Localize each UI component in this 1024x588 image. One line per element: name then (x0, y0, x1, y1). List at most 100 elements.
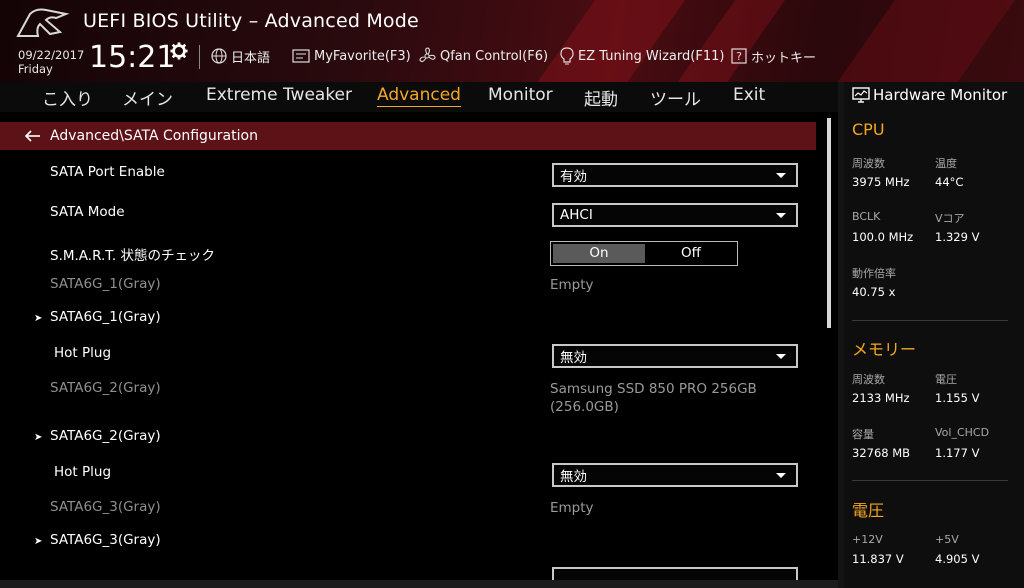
section-divider (852, 480, 1008, 481)
submenu-arrow-icon: ➤ (34, 536, 43, 547)
v12-value: 11.837 V (852, 552, 904, 566)
ez-tuning-wizard-button[interactable]: EZ Tuning Wizard(F11) (560, 46, 724, 66)
qfan-control-button[interactable]: Qfan Control(F6) (418, 46, 548, 66)
hardware-monitor-title: Hardware Monitor (873, 86, 1008, 104)
sata6g-2-device-size: (256.0GB) (550, 399, 619, 415)
sata6g-3-submenu[interactable]: SATA6G_3(Gray) (50, 532, 161, 548)
qfan-label: Qfan Control(F6) (440, 48, 549, 64)
vcore-label: Vコア (935, 212, 965, 225)
v5-value: 4.905 V (935, 552, 980, 566)
cpu-temp-label: 温度 (935, 157, 957, 170)
ratio-label: 動作倍率 (852, 267, 896, 280)
chevron-down-icon (776, 353, 786, 359)
back-arrow-icon[interactable] (24, 129, 42, 143)
ez-tuning-label: EZ Tuning Wizard(F11) (578, 48, 725, 64)
header-decoration (817, 0, 1023, 82)
bclk-value: 100.0 MHz (852, 230, 914, 244)
clock-date: 09/22/2017 Friday (18, 48, 84, 76)
tab-favorites[interactable]: こ入り (42, 85, 93, 110)
hot-plug-1-dropdown[interactable]: 無効 (552, 344, 798, 368)
mem-cap-label: 容量 (852, 428, 874, 441)
myfavorite-label: MyFavorite(F3) (314, 48, 411, 64)
breadcrumb-bar: Advanced\SATA Configuration (0, 122, 816, 150)
scrollbar[interactable] (827, 118, 831, 328)
bclk-label: BCLK (852, 210, 881, 223)
hot-plug-2-dropdown[interactable]: 無効 (552, 463, 798, 487)
hot-plug-1-label: Hot Plug (54, 345, 112, 361)
mem-freq-label: 周波数 (852, 373, 885, 386)
date-text: 09/22/2017 (18, 48, 85, 62)
sata6g-1-submenu[interactable]: SATA6G_1(Gray) (50, 309, 161, 325)
mem-volt-label: 電圧 (935, 373, 957, 386)
tab-main[interactable]: メイン (122, 85, 173, 110)
hardware-monitor-panel: Hardware Monitor CPU 周波数 温度 3975 MHz 44°… (844, 82, 1024, 588)
tab-monitor[interactable]: Monitor (488, 85, 553, 105)
cpu-temp-value: 44°C (935, 175, 964, 189)
sata-port-enable-dropdown[interactable]: 有効 (552, 163, 798, 187)
help-icon: ? (731, 48, 747, 64)
smart-toggle-off[interactable]: Off (647, 244, 735, 263)
monitor-icon (852, 87, 870, 103)
hot-plug-2-value: 無効 (560, 469, 587, 485)
sata6g-1-info-value: Empty (550, 277, 594, 293)
sata-port-enable-label: SATA Port Enable (50, 164, 165, 180)
lightbulb-icon (560, 47, 574, 65)
sata-mode-dropdown[interactable]: AHCI (552, 203, 798, 227)
smart-toggle-on[interactable]: On (553, 244, 645, 263)
sata6g-2-submenu[interactable]: SATA6G_2(Gray) (50, 428, 161, 444)
submenu-arrow-icon: ➤ (34, 313, 43, 324)
chevron-down-icon (776, 472, 786, 478)
submenu-arrow-icon: ➤ (34, 432, 43, 443)
cut-off-dropdown[interactable] (552, 567, 798, 580)
section-divider (852, 320, 1008, 321)
sata6g-3-info-label: SATA6G_3(Gray) (50, 499, 161, 515)
svg-text:?: ? (736, 50, 742, 63)
cpu-freq-value: 3975 MHz (852, 175, 910, 189)
ratio-value: 40.75 x (852, 285, 896, 299)
rog-logo (16, 8, 70, 37)
fan-icon (419, 47, 436, 63)
chevron-down-icon (776, 172, 786, 178)
mem-freq-value: 2133 MHz (852, 391, 910, 405)
vol-chcd-label: Vol_CHCD (935, 426, 990, 439)
cpu-freq-label: 周波数 (852, 157, 885, 170)
breadcrumb: Advanced\SATA Configuration (50, 128, 258, 144)
smart-check-label: S.M.A.R.T. 状態のチェック (50, 248, 216, 264)
language-button[interactable]: 日本語 (211, 46, 270, 66)
tab-tool[interactable]: ツール (650, 85, 701, 110)
hot-plug-1-value: 無効 (560, 350, 587, 366)
mem-cap-value: 32768 MB (852, 446, 911, 460)
hot-plug-2-label: Hot Plug (54, 464, 112, 480)
tab-advanced[interactable]: Advanced (377, 85, 461, 107)
hotkeys-label: ホットキー (751, 50, 817, 66)
tab-boot[interactable]: 起動 (584, 85, 618, 110)
chevron-down-icon (776, 212, 786, 218)
app-title: UEFI BIOS Utility – Advanced Mode (83, 10, 419, 32)
vol-chcd-value: 1.177 V (935, 446, 980, 460)
language-label: 日本語 (231, 50, 271, 66)
sata-mode-value: AHCI (560, 207, 593, 223)
memory-heading: メモリー (852, 340, 917, 359)
mem-volt-value: 1.155 V (935, 391, 980, 405)
gear-icon[interactable] (170, 42, 188, 60)
hotkeys-button[interactable]: ? ホットキー (731, 46, 816, 66)
v5-label: +5V (935, 533, 959, 546)
voltage-heading: 電圧 (852, 501, 885, 520)
sata-mode-label: SATA Mode (50, 204, 125, 220)
header-decoration (517, 0, 693, 82)
sata6g-2-device-name: Samsung SSD 850 PRO 256GB (550, 381, 757, 397)
tab-exit[interactable]: Exit (733, 85, 765, 105)
tab-extreme-tweaker[interactable]: Extreme Tweaker (206, 85, 352, 105)
vcore-value: 1.329 V (935, 230, 980, 244)
header-divider (199, 45, 200, 69)
sata6g-3-info-value: Empty (550, 500, 594, 516)
myfavorite-button[interactable]: MyFavorite(F3) (292, 46, 411, 66)
bottom-strip (0, 580, 838, 588)
favorite-list-icon (292, 49, 310, 63)
main-menu-bar: こ入り メイン Extreme Tweaker Advanced Monitor… (0, 82, 838, 112)
sata-port-enable-value: 有効 (560, 169, 587, 185)
smart-toggle[interactable]: On Off (550, 241, 738, 266)
day-text: Friday (18, 62, 53, 76)
sata6g-2-info-label: SATA6G_2(Gray) (50, 380, 161, 396)
cpu-heading: CPU (852, 120, 885, 139)
